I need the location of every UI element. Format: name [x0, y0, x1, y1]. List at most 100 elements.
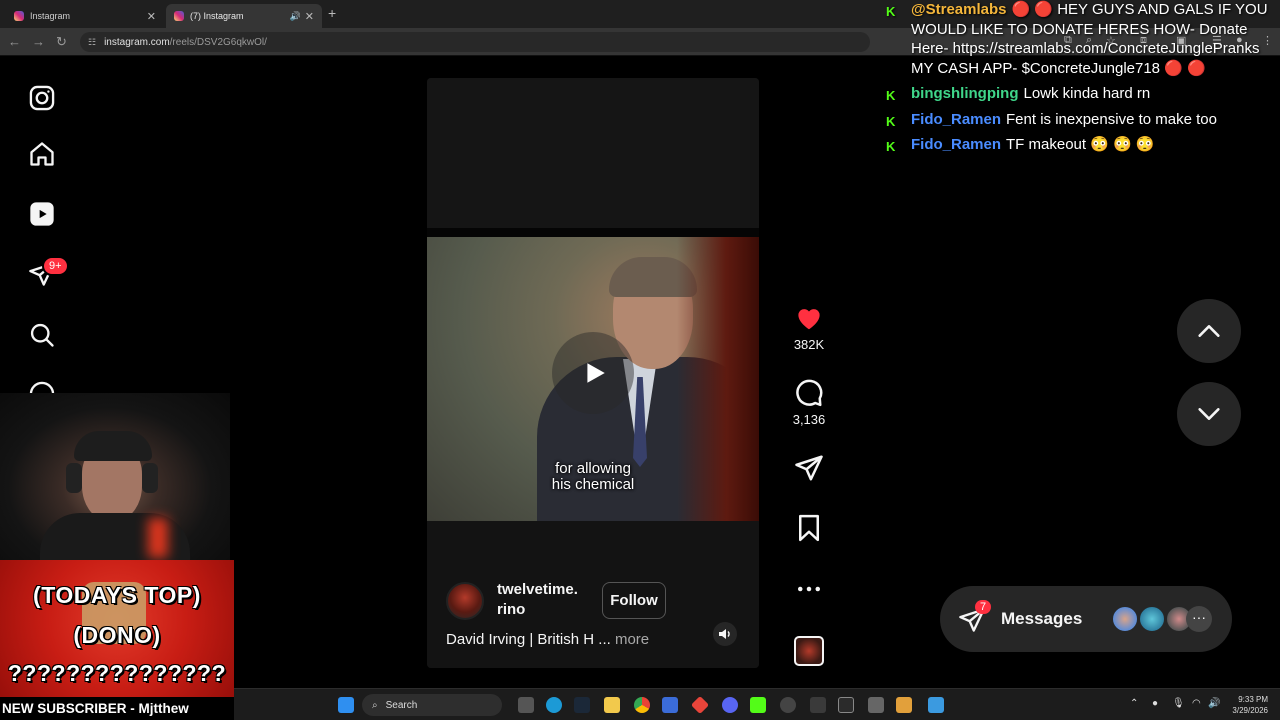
system-clock[interactable]: 9:33 PM 3/29/2026: [1224, 694, 1268, 716]
tab-title: (7) Instagram: [190, 11, 244, 21]
start-icon[interactable]: [338, 697, 354, 713]
share-icon: [795, 455, 823, 481]
headphone-right: [142, 463, 158, 493]
kick-badge-icon: K: [886, 113, 896, 129]
app-icon[interactable]: [868, 697, 884, 713]
like-action[interactable]: 382K: [788, 303, 830, 352]
author-username[interactable]: twelvetime. rino: [497, 580, 597, 620]
address-bar[interactable]: ☷ instagram.com/reels/DSV2G6qkwOl/: [80, 32, 870, 52]
screen: Instagram ✕ (7) Instagram 🔊 ✕ + ← → ↻ ☷ …: [0, 0, 1280, 720]
chat-message: K Fido_Ramen Fent is inexpensive to make …: [886, 110, 1276, 130]
browser-tab-instagram-active[interactable]: (7) Instagram 🔊 ✕: [166, 4, 322, 28]
instagram-favicon-icon: [14, 11, 24, 21]
comment-icon: [796, 379, 823, 407]
comment-action[interactable]: 3,136: [788, 378, 830, 427]
notifications-badge: 9+: [42, 256, 69, 276]
mic-icon[interactable]: 🎙: [1172, 698, 1185, 709]
original-audio-thumbnail[interactable]: [794, 636, 824, 666]
streamer-webcam: [0, 393, 230, 560]
kick-badge-icon: K: [886, 139, 896, 154]
dono-subtitle: (DONO): [73, 622, 161, 648]
letterbox-bar: [427, 228, 759, 237]
chrome-icon[interactable]: [634, 697, 650, 713]
forward-icon[interactable]: →: [32, 34, 45, 49]
store-icon[interactable]: [662, 697, 678, 713]
chat-text: Fent is inexpensive to make too: [1006, 110, 1217, 128]
more-options-action[interactable]: [788, 574, 830, 604]
chat-username: Fido_Ramen: [911, 110, 1002, 128]
more-link[interactable]: more: [615, 631, 649, 648]
app-icon[interactable]: [810, 697, 826, 713]
headphone-left: [66, 463, 82, 493]
close-tab-icon[interactable]: ✕: [147, 10, 156, 23]
chat-username: Fido_Ramen: [911, 136, 1002, 153]
windows-taskbar: ⌕ Search ⌃ ● 🎙 ◠ 🔊 9:33 PM 3/29/2026: [234, 688, 1280, 720]
instagram-favicon-icon: [174, 11, 184, 21]
taskbar-search[interactable]: ⌕ Search: [362, 694, 502, 716]
heart-icon: [798, 309, 820, 330]
webcam-cap: [74, 431, 152, 461]
reload-icon[interactable]: ↻: [56, 34, 67, 50]
search-icon[interactable]: [28, 321, 56, 349]
messages-label: Messages: [1001, 609, 1083, 628]
chat-username: bingshlingping: [911, 85, 1019, 102]
tray-app-icon[interactable]: ●: [1152, 698, 1158, 709]
steam-icon[interactable]: [574, 697, 590, 713]
clock-time: 9:33 PM: [1238, 695, 1268, 704]
browser-tab-instagram[interactable]: Instagram ✕: [6, 4, 164, 28]
kick-icon[interactable]: [750, 697, 766, 713]
chevron-up-icon: [1198, 325, 1220, 337]
chat-message: K Fido_Ramen TF makeout 😳 😳 😳: [886, 135, 1276, 155]
discord-icon[interactable]: [722, 697, 738, 713]
messages-button[interactable]: 7 Messages ···: [940, 586, 1232, 652]
back-icon[interactable]: ←: [8, 34, 21, 49]
caption-line-2: his chemical: [551, 476, 635, 493]
contact-avatar: [1138, 605, 1166, 633]
follow-button[interactable]: Follow: [602, 582, 666, 619]
reels-icon[interactable]: [28, 200, 56, 228]
home-icon[interactable]: [28, 140, 56, 168]
site-info-icon[interactable]: ☷: [88, 37, 96, 48]
play-button[interactable]: [552, 332, 634, 414]
video-caption: for allowing his chemical: [427, 461, 759, 493]
wifi-icon[interactable]: ◠: [1192, 698, 1201, 709]
username-line-2: rino: [497, 601, 526, 618]
next-reel-button[interactable]: [1177, 382, 1241, 446]
description-text: David Irving | British H: [446, 631, 595, 648]
bookmark-icon: [799, 514, 819, 542]
tray-chevron-icon[interactable]: ⌃: [1130, 698, 1138, 709]
close-tab-icon[interactable]: ✕: [305, 10, 314, 23]
chat-message: K bingshlingping Lowk kinda hard rn: [886, 84, 1276, 104]
app-icon[interactable]: [690, 695, 710, 715]
obs-icon[interactable]: [780, 697, 796, 713]
chat-username: @Streamlabs: [911, 1, 1007, 18]
new-tab-button[interactable]: +: [328, 5, 336, 21]
notepad-icon[interactable]: [928, 697, 944, 713]
share-action[interactable]: [788, 453, 830, 483]
reel-video[interactable]: for allowing his chemical: [427, 237, 759, 521]
more-dots-icon: [798, 586, 820, 592]
instagram-logo-icon[interactable]: [28, 84, 56, 112]
volume-tray-icon[interactable]: 🔊: [1208, 698, 1220, 709]
description-ellipsis: ...: [598, 631, 611, 648]
volume-icon[interactable]: [713, 622, 737, 646]
dono-name: ???????????????: [7, 660, 227, 686]
play-icon: [587, 363, 605, 383]
author-avatar[interactable]: [446, 582, 484, 620]
app-icon[interactable]: [838, 697, 854, 713]
app-icon[interactable]: [896, 697, 912, 713]
save-action[interactable]: [788, 513, 830, 543]
task-view-icon[interactable]: [518, 697, 534, 713]
previous-reel-button[interactable]: [1177, 299, 1241, 363]
contact-avatar: [1111, 605, 1139, 633]
top-donation-panel: (TODAYS TOP) (DONO) ???????????????: [0, 560, 234, 720]
taskbar-search-placeholder: Search: [385, 699, 418, 711]
tab-title: Instagram: [30, 11, 71, 21]
file-explorer-icon[interactable]: [604, 697, 620, 713]
edge-icon[interactable]: [546, 697, 562, 713]
dono-title: (TODAYS TOP): [33, 582, 201, 608]
stream-chat-overlay: K @Streamlabs 🔴 🔴 HEY GUYS AND GALS IF YO…: [886, 0, 1276, 155]
webcam-light: [148, 518, 168, 558]
messages-badge: 7: [975, 600, 992, 614]
tab-audio-icon[interactable]: 🔊: [290, 11, 301, 22]
